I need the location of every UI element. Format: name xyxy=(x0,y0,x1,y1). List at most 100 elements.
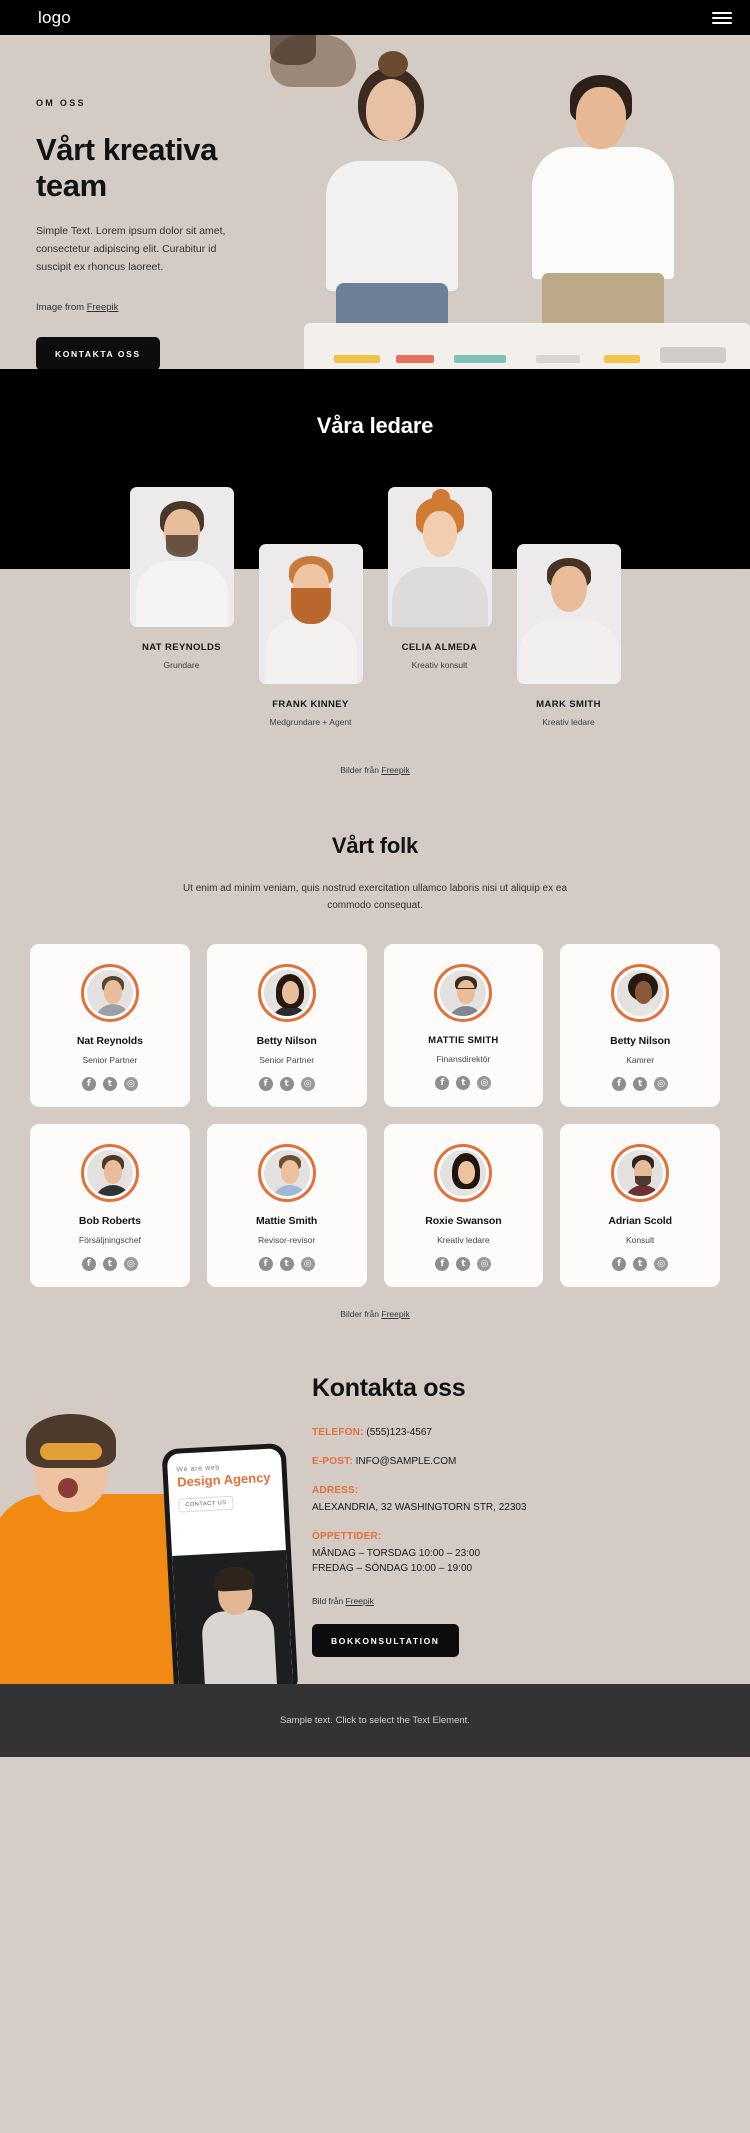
people-grid: Nat Reynolds Senior Partner f t ◎ Betty … xyxy=(0,944,750,1287)
avatar-ring xyxy=(611,964,670,1022)
social-links: f t ◎ xyxy=(568,1077,712,1091)
phone-person-body xyxy=(201,1608,278,1684)
person-name: Betty Nilson xyxy=(610,1035,671,1047)
hero-paragraph: Simple Text. Lorem ipsum dolor sit amet,… xyxy=(36,224,226,273)
leader-card[interactable]: FRANK KINNEY Medgrundare + Agent xyxy=(258,544,363,727)
avatar-face xyxy=(103,1160,122,1184)
instagram-icon[interactable]: ◎ xyxy=(654,1077,669,1091)
facebook-icon[interactable]: f xyxy=(258,1077,273,1091)
person-card[interactable]: Betty Nilson Kamrer f t ◎ xyxy=(560,944,720,1107)
avatar-body xyxy=(270,1185,309,1196)
contact-phone-label: TELEFON: xyxy=(312,1427,364,1438)
leader-bun xyxy=(431,489,450,505)
avatar xyxy=(86,1150,133,1196)
hero-credit-link[interactable]: Freepik xyxy=(87,302,119,313)
twitter-icon[interactable]: t xyxy=(279,1077,294,1091)
avatar xyxy=(440,1150,487,1196)
twitter-icon[interactable]: t xyxy=(456,1076,471,1090)
person-card[interactable]: Adrian Scold Konsult f t ◎ xyxy=(560,1124,720,1287)
facebook-icon[interactable]: f xyxy=(258,1257,273,1271)
phone-title: Design Agency xyxy=(176,1469,271,1490)
twitter-icon[interactable]: t xyxy=(279,1257,294,1271)
leaders-credit: Bilder från Freepik xyxy=(0,727,750,775)
people-credit-link[interactable]: Freepik xyxy=(381,1309,409,1319)
instagram-icon[interactable]: ◎ xyxy=(477,1076,492,1090)
instagram-icon[interactable]: ◎ xyxy=(654,1257,669,1271)
instagram-icon[interactable]: ◎ xyxy=(300,1077,315,1091)
leader-body xyxy=(518,620,619,684)
leader-card[interactable]: NAT REYNOLDS Grundare xyxy=(129,487,234,670)
people-credit: Bilder från Freepik xyxy=(0,1287,750,1319)
leaders-credit-link[interactable]: Freepik xyxy=(381,765,409,775)
person-card[interactable]: MATTIE SMITH Finansdirektör f t ◎ xyxy=(383,944,544,1107)
hamburger-icon[interactable] xyxy=(712,8,732,28)
contact-credit: Bild från Freepik xyxy=(312,1596,712,1606)
avatar-body xyxy=(624,1185,663,1196)
contact-us-button[interactable]: KONTAKTA OSS xyxy=(36,337,160,369)
facebook-icon[interactable]: f xyxy=(612,1077,627,1091)
leaders-section: Våra ledare NAT REYNOLDS Grundare FRANK … xyxy=(0,369,750,775)
contact-content: Kontakta oss TELEFON: (555)123-4567 E-PO… xyxy=(312,1374,712,1657)
leader-body xyxy=(135,561,228,627)
phone-person-hair xyxy=(213,1565,255,1592)
twitter-icon[interactable]: t xyxy=(456,1257,471,1271)
person-card[interactable]: Mattie Smith Revisor-revisor f t ◎ xyxy=(206,1124,367,1287)
twitter-icon[interactable]: t xyxy=(633,1257,648,1271)
contact-phone-value[interactable]: (555)123-4567 xyxy=(366,1427,432,1438)
desk-paper xyxy=(604,355,640,363)
avatar-ring xyxy=(257,964,316,1022)
leader-card[interactable]: CELIA ALMEDA Kreativ konsult xyxy=(387,487,492,670)
contact-email-value[interactable]: INFO@SAMPLE.COM xyxy=(356,1456,457,1467)
man-face xyxy=(576,87,626,149)
person-name: Bob Roberts xyxy=(78,1215,141,1227)
contact-address-value: ALEXANDRIA, 32 WASHINGTORN STR, 22303 xyxy=(312,1502,527,1513)
person-role: Kreativ ledare xyxy=(437,1235,490,1245)
site-header: logo xyxy=(0,0,750,35)
person-card[interactable]: Betty Nilson Senior Partner f t ◎ xyxy=(206,944,367,1107)
phone-cta-button[interactable]: CONTACT US xyxy=(178,1495,234,1513)
instagram-icon[interactable]: ◎ xyxy=(123,1257,138,1271)
avatar-ring xyxy=(434,964,493,1022)
facebook-icon[interactable]: f xyxy=(81,1077,96,1091)
person-name: Mattie Smith xyxy=(256,1215,318,1227)
phone-screen: We are web Design Agency CONTACT US xyxy=(166,1448,294,1684)
avatar xyxy=(86,970,133,1016)
contact-section: We are web Design Agency CONTACT US Kont… xyxy=(0,1319,750,1684)
footer-text[interactable]: Sample text. Click to select the Text El… xyxy=(280,1715,470,1726)
avatar-ring xyxy=(434,1144,493,1202)
instagram-icon[interactable]: ◎ xyxy=(300,1257,315,1271)
social-links: f t ◎ xyxy=(392,1076,536,1090)
social-links: f t ◎ xyxy=(568,1257,712,1271)
contact-credit-link[interactable]: Freepik xyxy=(346,1596,374,1606)
leader-face xyxy=(422,511,457,557)
facebook-icon[interactable]: f xyxy=(435,1257,450,1271)
logo[interactable]: logo xyxy=(38,9,71,26)
twitter-icon[interactable]: t xyxy=(633,1077,648,1091)
book-consultation-button[interactable]: BOKKONSULTATION xyxy=(312,1624,459,1657)
people-section: Vårt folk Ut enim ad minim veniam, quis … xyxy=(0,775,750,1319)
leader-photo xyxy=(516,544,621,684)
facebook-icon[interactable]: f xyxy=(612,1257,627,1271)
contact-hours-label: ÖPPETTIDER: xyxy=(312,1531,382,1542)
leader-photo xyxy=(258,544,363,684)
person-card[interactable]: Nat Reynolds Senior Partner f t ◎ xyxy=(30,944,190,1107)
instagram-icon[interactable]: ◎ xyxy=(123,1077,138,1091)
sunglasses-icon xyxy=(40,1443,102,1460)
twitter-icon[interactable]: t xyxy=(102,1257,117,1271)
person-card[interactable]: Roxie Swanson Kreativ ledare f t ◎ xyxy=(383,1124,544,1287)
phone-mockup: We are web Design Agency CONTACT US xyxy=(161,1442,299,1684)
hero-credit-prefix: Image from xyxy=(36,302,87,314)
hamburger-bar xyxy=(712,11,732,14)
avatar xyxy=(263,1150,310,1196)
leader-card[interactable]: MARK SMITH Kreativ ledare xyxy=(516,544,621,727)
contact-hours-line-2: FREDAG – SÖNDAG 10:00 – 19:00 xyxy=(312,1563,473,1574)
person-card[interactable]: Bob Roberts Försäljningschef f t ◎ xyxy=(30,1124,190,1287)
avatar-ring xyxy=(257,1144,316,1202)
facebook-icon[interactable]: f xyxy=(81,1257,96,1271)
leader-role: Grundare xyxy=(163,660,200,670)
instagram-icon[interactable]: ◎ xyxy=(477,1257,492,1271)
hero-image xyxy=(270,35,750,369)
facebook-icon[interactable]: f xyxy=(435,1076,450,1090)
twitter-icon[interactable]: t xyxy=(102,1077,117,1091)
leader-face xyxy=(550,566,587,612)
